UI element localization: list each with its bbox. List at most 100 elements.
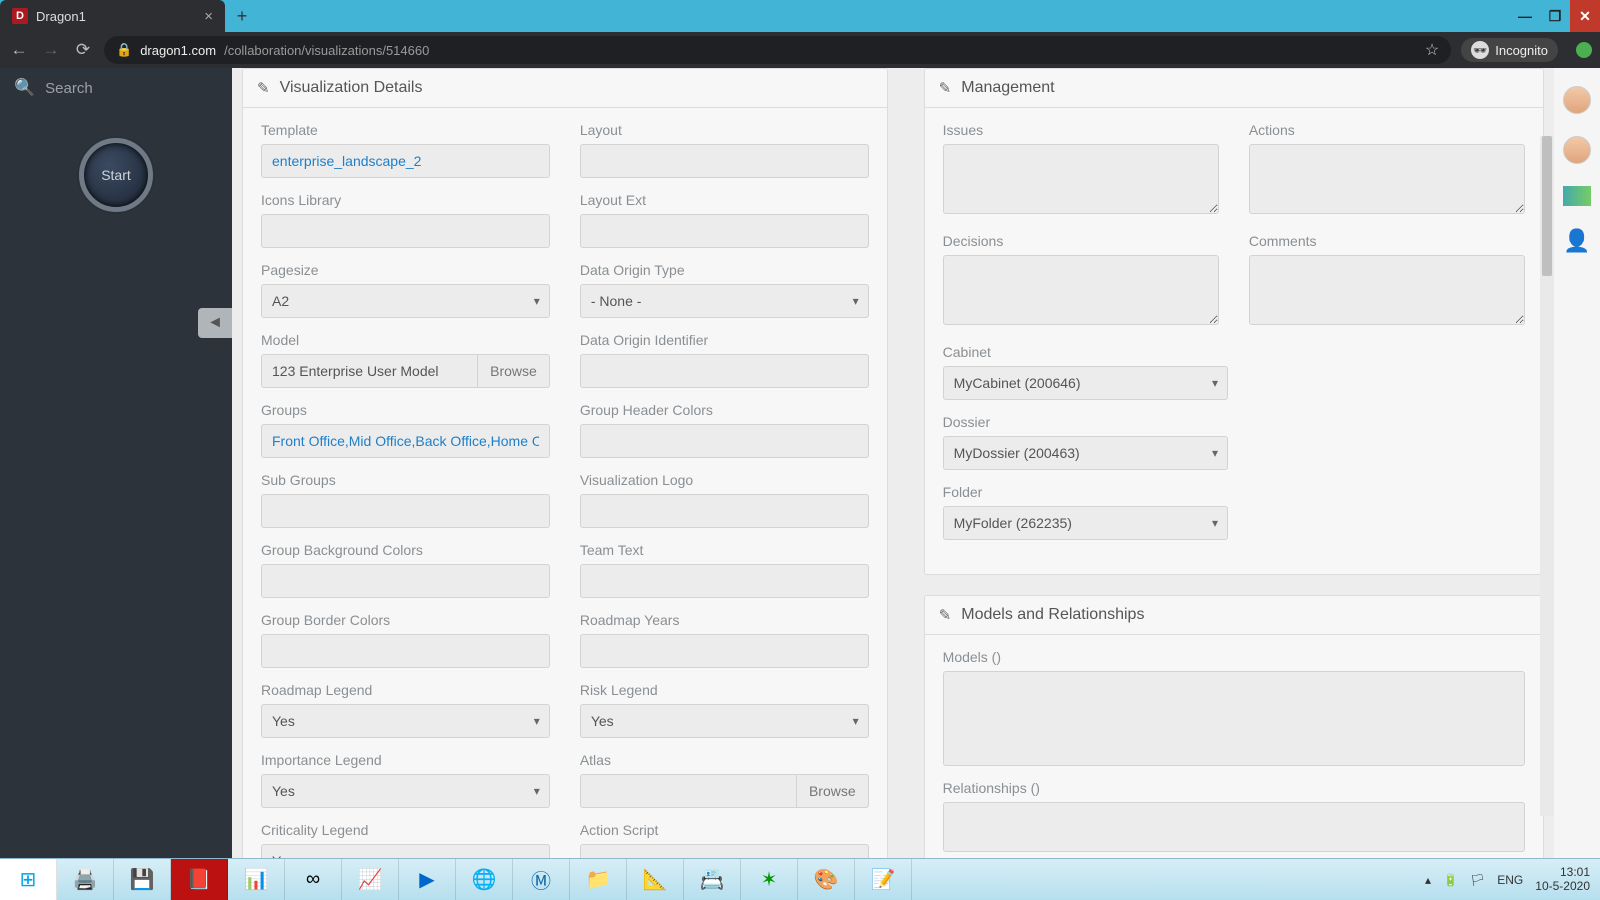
select-dossier[interactable]: MyDossier (200463) [943,436,1228,470]
taskbar-app-icon[interactable]: 📝 [855,859,912,900]
box-models[interactable] [943,671,1525,766]
label-action-script: Action Script [580,822,869,838]
taskbar-app-icon[interactable]: 📊 [228,859,285,900]
profile-avatar[interactable] [1576,42,1592,58]
input-template[interactable] [261,144,550,178]
box-relationships[interactable] [943,802,1525,852]
system-tray[interactable]: ▴ 🔋 🏳 ENG 13:01 10-5-2020 [1415,859,1600,900]
user-icon[interactable]: 👤 [1563,228,1590,254]
label-models: Models () [943,649,1525,665]
browser-tab[interactable]: D Dragon1 × [0,0,225,32]
input-icons-library[interactable] [261,214,550,248]
label-comments: Comments [1249,233,1525,249]
right-rail: 👤 [1554,68,1600,858]
card-title-management: Management [961,79,1054,97]
label-issues: Issues [943,122,1219,138]
input-group-bg[interactable] [261,564,550,598]
input-atlas[interactable] [580,774,797,808]
input-team-text[interactable] [580,564,869,598]
select-pagesize[interactable]: A2 [261,284,550,318]
tray-chevron-icon[interactable]: ▴ [1425,873,1431,887]
select-cabinet[interactable]: MyCabinet (200646) [943,366,1228,400]
tab-close-icon[interactable]: × [204,8,213,25]
input-group-border[interactable] [261,634,550,668]
label-actions: Actions [1249,122,1525,138]
taskbar-app-icon[interactable]: 🖨️ [57,859,114,900]
select-criticality-legend[interactable]: Yes [261,844,550,858]
sidebar-search[interactable]: 🔍 Search [0,68,232,108]
textarea-comments[interactable] [1249,255,1525,325]
scrollbar-thumb[interactable] [1542,136,1552,276]
window-close-button[interactable] [1570,0,1600,32]
taskbar-app-icon[interactable]: Ⓜ [513,859,570,900]
incognito-icon: 🕶 [1471,41,1489,59]
nav-reload-icon[interactable]: ⟳ [72,40,94,60]
window-minimize-button[interactable] [1510,0,1540,32]
input-roadmap-years[interactable] [580,634,869,668]
new-tab-button[interactable]: + [225,0,259,32]
avatar[interactable] [1563,136,1591,164]
textarea-actions[interactable] [1249,144,1525,214]
card-title-models: Models and Relationships [961,606,1144,624]
nav-back-icon[interactable]: ← [8,40,30,60]
incognito-label: Incognito [1495,43,1548,58]
label-icons-library: Icons Library [261,192,550,208]
label-data-origin-id: Data Origin Identifier [580,332,869,348]
select-data-origin-type[interactable]: - None - [580,284,869,318]
input-sub-groups[interactable] [261,494,550,528]
input-layout[interactable] [580,144,869,178]
sidebar-search-label: Search [45,80,93,97]
incognito-badge[interactable]: 🕶 Incognito [1461,38,1558,62]
input-model[interactable] [261,354,478,388]
address-path: /collaboration/visualizations/514660 [224,43,429,58]
scrollbar-track[interactable] [1540,136,1554,816]
select-importance-legend[interactable]: Yes [261,774,550,808]
taskbar-app-icon[interactable]: 💾 [114,859,171,900]
dragon-icon[interactable] [1563,186,1591,206]
textarea-decisions[interactable] [943,255,1219,325]
input-data-origin-id[interactable] [580,354,869,388]
taskbar-app-icon[interactable]: 🎨 [798,859,855,900]
input-visualization-logo[interactable] [580,494,869,528]
tray-language[interactable]: ENG [1497,873,1523,887]
sidebar-collapse-icon[interactable]: ◄ [198,308,232,338]
app-sidebar: 🔍 Search Start ◄ [0,68,232,858]
input-groups[interactable] [261,424,550,458]
select-roadmap-legend[interactable]: Yes [261,704,550,738]
label-criticality-legend: Criticality Legend [261,822,550,838]
browse-model-button[interactable]: Browse [478,354,550,388]
bookmark-star-icon[interactable]: ☆ [1425,40,1439,60]
taskbar-app-icon[interactable]: 📐 [627,859,684,900]
taskbar-app-icon[interactable]: 📇 [684,859,741,900]
label-risk-legend: Risk Legend [580,682,869,698]
select-folder[interactable]: MyFolder (262235) [943,506,1228,540]
label-visualization-logo: Visualization Logo [580,472,869,488]
label-folder: Folder [943,484,1228,500]
tray-date: 10-5-2020 [1535,880,1590,894]
tray-flag-icon: 🏳 [1470,873,1485,887]
textarea-issues[interactable] [943,144,1219,214]
start-menu-button[interactable]: ⊞ [0,859,57,900]
nav-forward-icon[interactable]: → [40,40,62,60]
tab-title: Dragon1 [36,9,86,24]
input-group-header-colors[interactable] [580,424,869,458]
window-maximize-button[interactable] [1540,0,1570,32]
taskbar-app-icon[interactable]: 📈 [342,859,399,900]
browse-atlas-button[interactable]: Browse [797,774,869,808]
edit-icon: ✎ [939,606,952,624]
card-title-details: Visualization Details [280,79,423,97]
select-risk-legend[interactable]: Yes [580,704,869,738]
avatar[interactable] [1563,86,1591,114]
input-action-script[interactable] [580,844,869,858]
taskbar-app-icon[interactable]: 📕 [171,859,228,900]
label-importance-legend: Importance Legend [261,752,550,768]
taskbar-chrome-icon[interactable]: 🌐 [456,859,513,900]
taskbar-app-icon[interactable]: ✶ [741,859,798,900]
input-layout-ext[interactable] [580,214,869,248]
taskbar-explorer-icon[interactable]: 📁 [570,859,627,900]
start-button[interactable]: Start [79,138,153,212]
card-visualization-details: ✎ Visualization Details Template Icons L… [242,68,888,858]
taskbar-app-icon[interactable]: ∞ [285,859,342,900]
address-bar[interactable]: 🔒 dragon1.com/collaboration/visualizatio… [104,36,1451,64]
taskbar-app-icon[interactable]: ▶ [399,859,456,900]
